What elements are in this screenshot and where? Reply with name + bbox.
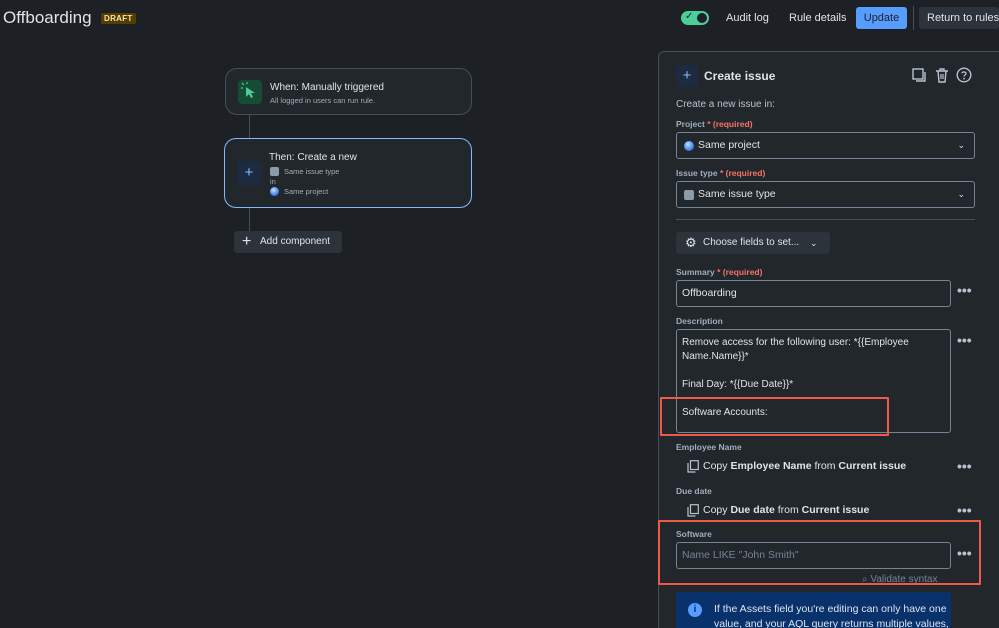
info-text-line: If the Assets field you're editing can o… [714,603,947,615]
trigger-node[interactable]: When: Manually triggered All logged in u… [225,68,472,115]
from-word: from [814,460,836,472]
description-line: Final Day: *{{Due Date}}* [682,379,794,390]
flow-connector [249,208,250,231]
cursor-click-icon [238,80,262,104]
description-line: Remove access for the following user: *{… [682,337,909,348]
panel-title: Create issue [704,69,776,83]
audit-log-link[interactable]: Audit log [726,12,769,24]
trigger-title: When: Manually triggered [270,82,384,93]
copy-field-name: Employee Name [730,460,812,472]
project-label-text: Project [676,119,705,129]
project-globe-icon [684,141,694,151]
copy-word: Copy [703,504,728,516]
due-date-copy[interactable]: Copy Due date from Current issue [687,504,870,517]
page-title: Offboarding [3,8,92,27]
description-line [682,364,945,378]
copy-word: Copy [703,460,728,472]
section-divider [676,219,975,220]
plus-icon: + [676,65,698,87]
help-icon[interactable] [956,67,972,83]
add-component-label: Add component [260,236,331,247]
required-text: (required) [722,267,763,277]
info-message: i If the Assets field you're editing can… [676,592,951,628]
trash-icon[interactable] [934,67,950,83]
summary-label: Summary * (required) [676,267,763,277]
issue-type-icon [270,167,279,176]
toggle-knob [697,13,707,23]
action-project: Same project [284,187,329,196]
update-button[interactable]: Update [856,7,907,29]
issue-type-select[interactable]: Same issue type ⌄ [676,181,975,208]
required-text: (required) [712,119,753,129]
add-component-button[interactable]: + Add component [234,231,342,253]
copy-icon [687,460,699,473]
issue-type-select-value: Same issue type [698,188,776,200]
project-globe-icon [270,187,279,196]
copy-source: Current issue [801,504,870,516]
info-icon: i [688,603,702,617]
highlight-box [660,397,889,436]
issue-type-icon [684,190,694,200]
return-to-rules-button[interactable]: Return to rules [919,7,999,29]
from-word: from [777,504,799,516]
employee-name-label: Employee Name [676,442,742,452]
chevron-down-icon: ⌄ [957,189,965,199]
action-in: in [270,177,276,186]
issue-type-label: Issue type * (required) [676,168,766,178]
info-text-line: value, and your AQL query returns multip… [714,618,949,628]
plus-icon: + [237,161,261,185]
panel-intro: Create a new issue in: [676,99,775,110]
employee-name-copy[interactable]: Copy Employee Name from Current issue [687,460,907,473]
project-select-value: Same project [698,139,760,151]
highlight-box [658,520,981,585]
copy-field-name: Due date [730,504,775,516]
plus-icon: + [242,233,252,250]
summary-input[interactable]: Offboarding [676,280,951,307]
flow-connector [249,115,250,138]
copy-icon [687,504,699,517]
choose-fields-button[interactable]: ⚙ Choose fields to set... ⌄ [676,232,830,254]
action-node[interactable]: + Then: Create a new Same issue type in … [224,138,472,208]
rule-details-link[interactable]: Rule details [789,12,846,24]
due-date-label: Due date [676,486,712,496]
chevron-down-icon: ⌄ [957,140,965,150]
due-date-more-icon[interactable]: ••• [957,502,972,518]
rule-enabled-toggle[interactable]: ✓ [681,11,709,25]
action-title: Then: Create a new [269,152,357,163]
action-issue-type: Same issue type [284,167,340,176]
copy-source: Current issue [838,460,907,472]
description-more-icon[interactable]: ••• [957,332,972,348]
description-line: Name.Name}}* [682,351,749,362]
header-divider [913,6,914,30]
chevron-down-icon: ⌄ [810,238,818,248]
project-select[interactable]: Same project ⌄ [676,132,975,159]
check-icon: ✓ [685,11,694,22]
employee-more-icon[interactable]: ••• [957,458,972,474]
summary-label-text: Summary [676,267,715,277]
duplicate-icon[interactable] [911,67,927,83]
choose-fields-label: Choose fields to set... [703,237,800,248]
issue-type-label-text: Issue type [676,168,718,178]
gear-icon: ⚙ [685,235,697,250]
draft-badge: DRAFT [101,13,136,24]
description-label: Description [676,316,723,326]
required-text: (required) [725,168,766,178]
project-label: Project * (required) [676,119,753,129]
summary-more-icon[interactable]: ••• [957,282,972,298]
trigger-subtitle: All logged in users can run rule. [270,96,376,105]
